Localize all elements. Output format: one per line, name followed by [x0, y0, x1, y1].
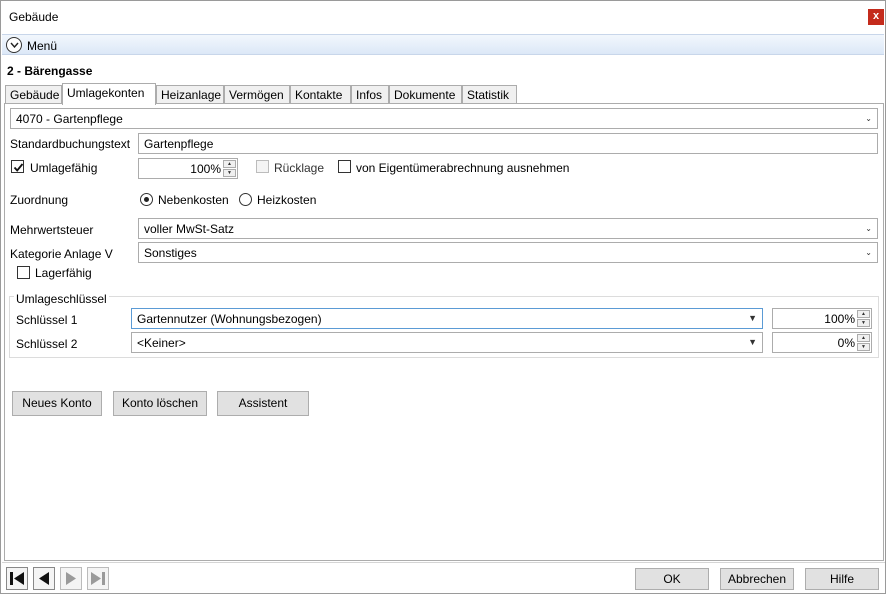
schluessel-2-select[interactable]: <Keiner> ▼ [131, 332, 763, 353]
tab-gebaeude[interactable]: Gebäude [5, 85, 62, 104]
schluessel-2-percent-stepper[interactable]: 0% ▲ ▼ [772, 332, 872, 353]
delete-account-button[interactable]: Konto löschen [113, 391, 207, 416]
check-icon [13, 163, 24, 172]
cancel-button[interactable]: Abbrechen [720, 568, 794, 590]
help-button[interactable]: Hilfe [805, 568, 879, 590]
new-account-button[interactable]: Neues Konto [12, 391, 102, 416]
ok-button[interactable]: OK [635, 568, 709, 590]
window: Gebäude x Menü 2 - Bärengasse Gebäude Um… [0, 0, 886, 594]
exclude-owner-label: von Eigentümerabrechnung ausnehmen [356, 161, 570, 175]
schluessel-2-percent: 0% [837, 336, 855, 350]
umlagefaehig-percent-stepper[interactable]: 100% ▲ ▼ [138, 158, 238, 179]
schluessel-2-value: <Keiner> [137, 336, 186, 350]
kategorie-label: Kategorie Anlage V [10, 247, 113, 261]
chevron-down-icon: ⌄ [865, 248, 872, 257]
standard-text-value: Gartenpflege [144, 137, 214, 151]
schluessel-2-label: Schlüssel 2 [16, 337, 78, 351]
umlagefaehig-percent-value: 100% [190, 162, 221, 176]
chevron-down-icon: ⌄ [865, 224, 872, 233]
radio-selected-dot [144, 197, 149, 202]
footer-divider [2, 562, 885, 563]
tab-infos[interactable]: Infos [351, 85, 389, 104]
ruecklage-label: Rücklage [274, 161, 325, 175]
first-record-icon[interactable] [6, 567, 28, 590]
stepper-down-button[interactable]: ▼ [223, 169, 236, 177]
schluessel-1-percent-stepper[interactable]: 100% ▲ ▼ [772, 308, 872, 329]
tab-heizanlage[interactable]: Heizanlage [156, 85, 224, 104]
schluessel-1-value: Gartennutzer (Wohnungsbezogen) [137, 312, 322, 326]
tab-umlagekonten[interactable]: Umlagekonten [62, 83, 156, 105]
tab-statistik[interactable]: Statistik [462, 85, 517, 104]
exclude-owner-checkbox[interactable] [338, 160, 351, 173]
menu-label: Menü [27, 39, 58, 53]
chevron-down-icon: ⌄ [865, 114, 872, 123]
chevron-down-icon [6, 37, 22, 53]
account-select[interactable]: 4070 - Gartenpflege ⌄ [10, 108, 878, 129]
last-record-icon[interactable] [87, 567, 109, 590]
account-select-value: 4070 - Gartenpflege [16, 112, 123, 126]
tab-dokumente[interactable]: Dokumente [389, 85, 462, 104]
tab-kontakte[interactable]: Kontakte [290, 85, 351, 104]
standard-text-label: Standardbuchungstext [10, 137, 131, 151]
kategorie-select-value: Sonstiges [144, 246, 197, 260]
standard-text-input[interactable]: Gartenpflege [138, 133, 878, 154]
umlageschluessel-group-label: Umlageschlüssel [14, 292, 109, 306]
caret-down-icon: ▼ [748, 337, 757, 347]
umlagefaehig-label: Umlagefähig [30, 161, 98, 175]
kategorie-select[interactable]: Sonstiges ⌄ [138, 242, 878, 263]
radio-nebenkosten-label: Nebenkosten [158, 193, 229, 207]
menu-bar[interactable]: Menü [2, 34, 884, 55]
stepper-up-button[interactable]: ▲ [857, 334, 870, 342]
schluessel-1-label: Schlüssel 1 [16, 313, 78, 327]
lagerfaehig-label: Lagerfähig [35, 266, 92, 280]
window-title: Gebäude [9, 10, 59, 24]
title-bar: Gebäude x [1, 1, 885, 33]
radio-heizkosten-label: Heizkosten [257, 193, 317, 207]
page-title: 2 - Bärengasse [7, 64, 93, 78]
tab-vermoegen[interactable]: Vermögen [224, 85, 290, 104]
stepper-buttons: ▲ ▼ [857, 310, 870, 327]
umlagefaehig-checkbox[interactable] [11, 160, 24, 173]
caret-down-icon: ▼ [748, 313, 757, 323]
stepper-down-button[interactable]: ▼ [857, 319, 870, 327]
zuordnung-label: Zuordnung [10, 193, 69, 207]
mwst-label: Mehrwertsteuer [10, 223, 94, 237]
previous-record-icon[interactable] [33, 567, 55, 590]
radio-nebenkosten[interactable] [140, 193, 153, 206]
lagerfaehig-checkbox[interactable] [17, 266, 30, 279]
close-button[interactable]: x [868, 9, 884, 25]
mwst-select[interactable]: voller MwSt-Satz ⌄ [138, 218, 878, 239]
stepper-up-button[interactable]: ▲ [223, 160, 236, 168]
next-record-icon[interactable] [60, 567, 82, 590]
stepper-up-button[interactable]: ▲ [857, 310, 870, 318]
assistant-button[interactable]: Assistent [217, 391, 309, 416]
schluessel-1-percent: 100% [824, 312, 855, 326]
stepper-down-button[interactable]: ▼ [857, 343, 870, 351]
stepper-buttons: ▲ ▼ [223, 160, 236, 177]
schluessel-1-select[interactable]: Gartennutzer (Wohnungsbezogen) ▼ [131, 308, 763, 329]
mwst-select-value: voller MwSt-Satz [144, 222, 235, 236]
ruecklage-checkbox[interactable] [256, 160, 269, 173]
stepper-buttons: ▲ ▼ [857, 334, 870, 351]
radio-heizkosten[interactable] [239, 193, 252, 206]
